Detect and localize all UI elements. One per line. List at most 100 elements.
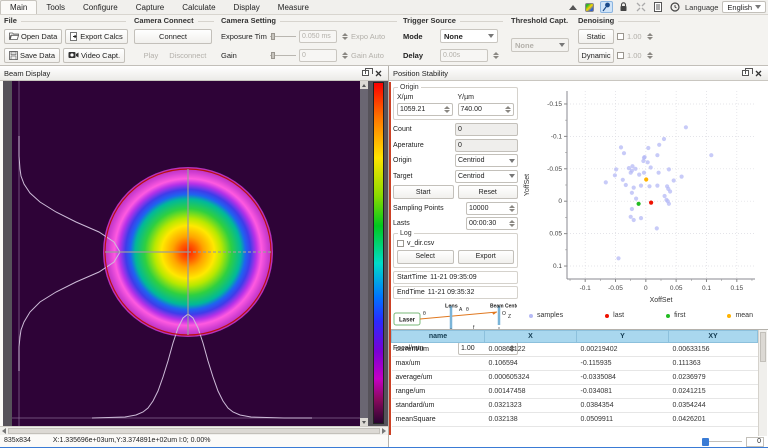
table-row[interactable]: meanSquare0.0321380.05099110.0426201 [392,413,758,427]
spin-down-icon[interactable] [493,56,499,59]
dynamic-denoise-checkbox[interactable] [617,52,624,59]
spin-up-icon[interactable] [342,52,348,55]
gain-spinner[interactable] [342,52,348,59]
spin-up-icon[interactable] [493,52,499,55]
spin-down-icon[interactable] [647,56,653,59]
exposure-slider-handle[interactable] [271,33,275,40]
scroll-down-arrow[interactable] [360,418,368,426]
table-row[interactable]: current/um0.008681220.002194020.00633156 [392,343,758,357]
table-row[interactable]: range/um0.00147458-0.0340810.0241215 [392,385,758,399]
table-row[interactable]: standard/um0.03213230.03843540.0354244 [392,399,758,413]
spin-down-icon[interactable] [647,37,653,40]
spin-down-icon[interactable] [342,56,348,59]
beam-panel-titlebar[interactable]: Beam Display [0,66,388,81]
target-select[interactable]: Centriod [455,170,518,183]
origin-select[interactable]: Centriod [455,154,518,167]
spin-up-icon[interactable] [647,33,653,36]
static-denoise-spinner[interactable] [647,33,653,40]
table-row[interactable]: average/um0.000605324-0.03350840.0236979 [392,371,758,385]
lasts-field[interactable]: 00:00:30 [466,217,518,230]
table-header-xy[interactable]: XY [669,331,758,343]
play-button[interactable]: Play [140,51,163,60]
open-data-button[interactable]: Open Data [4,29,62,44]
export-calcs-button[interactable]: Export Calcs [65,29,128,44]
export-button[interactable]: Export [458,250,515,264]
menu-item-configure[interactable]: Configure [74,1,127,14]
exposure-spinner[interactable] [342,33,348,40]
x-um-spinner[interactable] [444,106,450,113]
scroll-up-arrow[interactable] [360,81,368,89]
close-panel-button[interactable] [373,68,384,78]
x-um-field[interactable]: 1059.21 [397,103,453,116]
sampling-points-field[interactable]: 10000 [466,202,518,215]
language-select[interactable]: English [722,1,766,13]
table-header-x[interactable]: X [485,331,577,343]
scroll-thumb[interactable] [760,332,766,362]
spin-down-icon[interactable] [342,37,348,40]
lasts-spinner[interactable] [509,220,515,227]
menu-item-calculate[interactable]: Calculate [173,1,224,14]
table-header-name[interactable]: name [392,331,485,343]
exposure-value-field[interactable]: 0.050 ms [299,30,337,43]
reset-button[interactable]: Reset [458,185,519,199]
delay-field[interactable]: 0.00s [440,49,488,62]
threshold-select[interactable]: None [511,38,569,52]
table-cell: 0.0509911 [577,413,669,427]
video-capture-button[interactable]: Video Capt. [63,48,125,63]
y-um-field[interactable]: 740.00 [458,103,514,116]
float-panel-button[interactable] [360,68,371,78]
static-denoise-button[interactable]: Static [578,29,614,44]
scroll-right-arrow[interactable] [382,428,386,434]
float-panel-button[interactable] [740,68,751,78]
stability-panel-titlebar[interactable]: Position Stability [389,66,768,81]
table-horizontal-slider[interactable] [702,438,742,446]
expo-auto-button[interactable]: Expo Auto [351,32,385,41]
report-icon[interactable] [651,1,664,13]
save-data-button[interactable]: Save Data [4,48,60,63]
gain-slider-handle[interactable] [271,52,275,59]
scroll-left-arrow[interactable] [2,428,6,434]
table-row[interactable]: max/um0.106594-0.1159350.111363 [392,357,758,371]
static-denoise-checkbox[interactable] [617,33,624,40]
colormap-icon[interactable] [583,1,596,13]
y-um-spinner[interactable] [505,106,511,113]
legend-label: samples [537,312,563,319]
exposure-slider[interactable] [270,32,296,41]
beam-image[interactable] [12,81,367,426]
beam-vertical-scrollbar[interactable] [360,81,368,426]
svg-text:0.1: 0.1 [702,285,711,292]
menu-item-measure[interactable]: Measure [269,1,318,14]
slider-thumb[interactable] [702,438,709,446]
dynamic-denoise-button[interactable]: Dynamic [578,48,614,63]
clock-icon[interactable] [668,1,681,13]
aperture-field: 0 [455,139,518,152]
menu-item-display[interactable]: Display [225,1,269,14]
table-header-y[interactable]: Y [577,331,669,343]
lock-icon[interactable] [617,1,630,13]
gain-value-field[interactable]: 0 [299,49,337,62]
select-button[interactable]: Select [397,250,454,264]
spin-up-icon[interactable] [342,33,348,36]
menu-item-main[interactable]: Main [0,0,37,14]
menu-item-tools[interactable]: Tools [37,1,74,14]
pin-icon[interactable] [600,1,613,13]
gain-slider[interactable] [270,51,296,60]
sampling-spinner[interactable] [509,205,515,212]
menu-item-capture[interactable]: Capture [127,1,173,14]
table-cell: 0.00147458 [485,385,577,399]
table-vertical-scrollbar[interactable] [758,330,767,436]
scroll-thumb[interactable] [8,428,380,434]
trigger-mode-select[interactable]: None [440,29,498,43]
log-file-checkbox[interactable] [397,240,404,247]
disconnect-button[interactable]: Disconnect [165,51,210,60]
connect-button[interactable]: Connect [134,29,212,44]
beam-horizontal-scrollbar[interactable] [0,426,388,435]
fit-window-icon[interactable] [634,1,647,13]
close-panel-button[interactable] [753,68,764,78]
spin-up-icon[interactable] [647,52,653,55]
delay-spinner[interactable] [493,52,499,59]
dynamic-denoise-spinner[interactable] [647,52,653,59]
gain-auto-button[interactable]: Gain Auto [351,51,384,60]
collapse-toolbar-icon[interactable] [566,1,579,13]
start-button[interactable]: Start [393,185,454,199]
